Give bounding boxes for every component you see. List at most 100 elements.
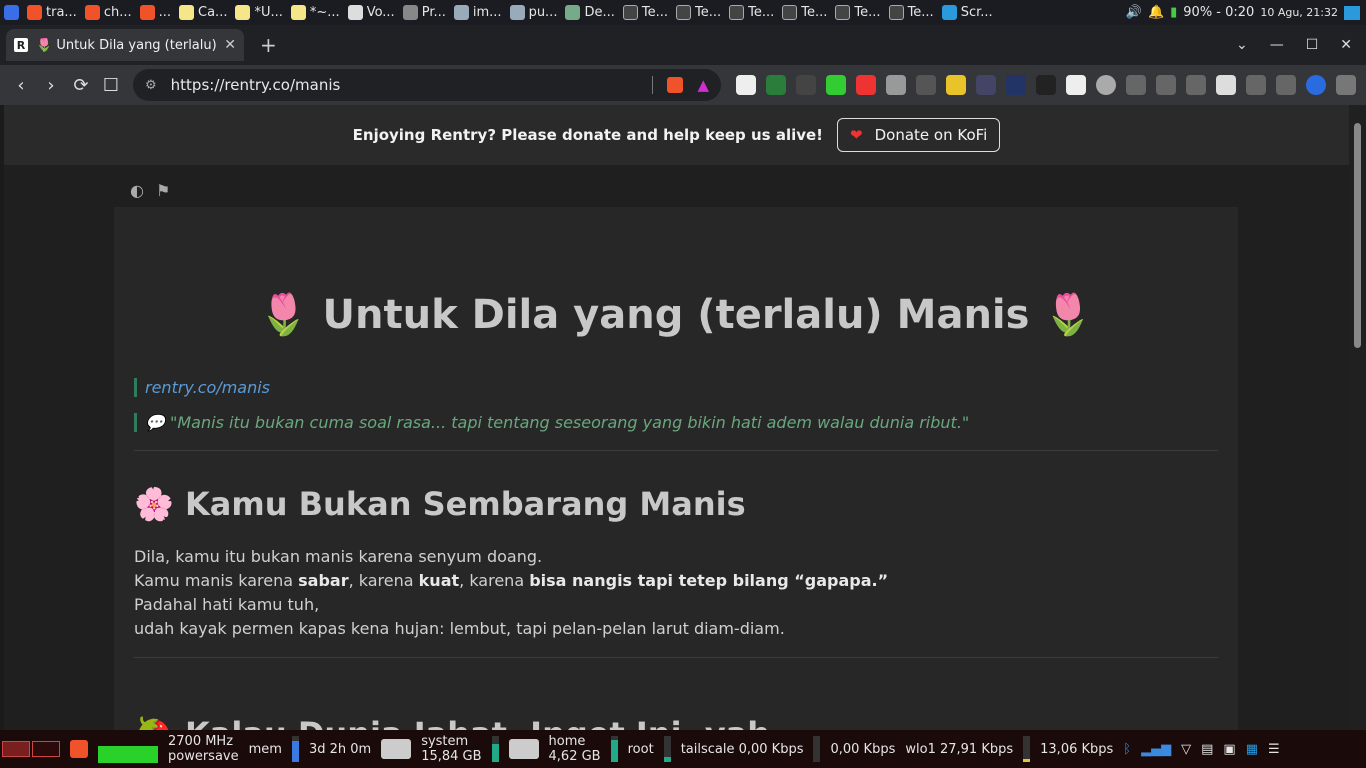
divider (134, 450, 1218, 451)
task-folder-pu[interactable]: pu... (506, 0, 562, 25)
app-icon (4, 5, 19, 20)
task-brave-3[interactable]: ... (136, 0, 175, 25)
tab-search-icon[interactable]: ⌄ (1236, 37, 1248, 53)
extension-yellow-icon[interactable] (946, 75, 966, 95)
new-tab-button[interactable]: + (260, 33, 277, 57)
task-de[interactable]: De... (561, 0, 618, 25)
extension-white-icon[interactable] (1066, 75, 1086, 95)
address-bar[interactable]: ⚙ https://rentry.co/manis ▲ (133, 69, 721, 101)
tray-menu-icon[interactable]: ☰ (1268, 742, 1280, 757)
mem-label: mem (248, 741, 282, 757)
desktop-icon[interactable] (1344, 5, 1360, 20)
bluetooth-icon[interactable]: ᛒ (1123, 742, 1131, 757)
download-icon[interactable] (1156, 75, 1176, 95)
task-editor-1[interactable]: Ca... (175, 0, 231, 25)
maximize-button[interactable]: ☐ (1306, 37, 1319, 53)
tailscale-up: 0,00 Kbps (830, 741, 896, 757)
reload-button[interactable]: ⟳ (66, 75, 96, 96)
battery-icon[interactable]: ▮ (1170, 5, 1177, 20)
extension-red-icon[interactable] (856, 75, 876, 95)
workspace-2[interactable] (32, 741, 60, 757)
sidebar-icon[interactable] (1216, 75, 1236, 95)
terminal-icon (835, 5, 851, 20)
page-content: Enjoying Rentry? Please donate and help … (4, 105, 1349, 730)
rentry-link[interactable]: rentry.co/manis (145, 378, 270, 397)
brave-rewards-icon[interactable]: ▲ (697, 76, 709, 94)
article: 🌷 Untuk Dila yang (terlalu) Manis 🌷 rent… (114, 207, 1238, 730)
scrollbar[interactable] (1349, 105, 1366, 730)
extensions-puzzle-icon[interactable] (1126, 75, 1146, 95)
task-term-5[interactable]: Te... (831, 0, 884, 25)
terminal-icon (729, 5, 745, 20)
extension-cursor-icon[interactable] (976, 75, 996, 95)
task-brave-2[interactable]: ch... (81, 0, 136, 25)
wlo-bar (1023, 736, 1031, 762)
task-pr[interactable]: Pr... (399, 0, 450, 25)
task-0[interactable] (0, 0, 23, 25)
extension-timer-icon[interactable] (766, 75, 786, 95)
page-tools: ◐ ⚑ (130, 181, 170, 200)
system-top-panel: tra... ch... ... Ca... *U... *~... Vo...… (0, 0, 1366, 25)
task-folder-im[interactable]: im... (450, 0, 506, 25)
extension-blue-icon[interactable] (1006, 75, 1026, 95)
minimize-button[interactable]: — (1270, 37, 1284, 53)
package-icon[interactable]: ▣ (1223, 742, 1235, 757)
system-disk: system 15,84 GB (421, 734, 482, 764)
close-window-button[interactable]: ✕ (1340, 37, 1352, 53)
menu-icon[interactable] (1336, 75, 1356, 95)
media-icon[interactable] (1186, 75, 1206, 95)
task-screenshot[interactable]: Scr... (938, 0, 997, 25)
leo-icon[interactable] (1276, 75, 1296, 95)
window-icon (402, 5, 418, 20)
theme-toggle-icon[interactable]: ◐ (130, 181, 144, 200)
tray-app-icon[interactable]: ▦ (1246, 742, 1258, 757)
task-term-4[interactable]: Te... (778, 0, 831, 25)
profile-icon[interactable] (1306, 75, 1326, 95)
task-term-2[interactable]: Te... (672, 0, 725, 25)
extension-trash-icon[interactable] (736, 75, 756, 95)
workspace-1[interactable] (2, 741, 30, 757)
volume-icon[interactable]: 🔊 (1126, 5, 1142, 20)
donate-label: Donate on KoFi (874, 126, 988, 144)
section-heading: 🌸 Kamu Bukan Sembarang Manis (134, 485, 746, 523)
workspace-switcher[interactable] (2, 741, 60, 757)
clock[interactable]: 10 Agu, 21:32 (1260, 6, 1338, 19)
extension-camera-icon[interactable] (886, 75, 906, 95)
root-disk-bar (663, 736, 671, 762)
flag-icon[interactable]: ⚑ (156, 181, 170, 200)
task-term-6[interactable]: Te... (885, 0, 938, 25)
extension-json-icon[interactable] (796, 75, 816, 95)
system-disk-bar (491, 736, 499, 762)
extension-dark-icon[interactable] (1036, 75, 1056, 95)
donate-kofi-button[interactable]: ❤ Donate on KoFi (837, 118, 1001, 152)
brave-icon[interactable] (70, 740, 88, 758)
scrollbar-thumb[interactable] (1354, 123, 1361, 348)
back-button[interactable]: ‹ (6, 75, 36, 96)
task-brave-1[interactable]: tra... (23, 0, 81, 25)
signal-icon[interactable]: ▂▄▆ (1141, 742, 1171, 757)
tab-close-icon[interactable]: ✕ (224, 37, 236, 53)
task-audio[interactable]: Vo... (344, 0, 399, 25)
task-editor-2[interactable]: *U... (231, 0, 286, 25)
tab-rentry[interactable]: R 🌷 Untuk Dila yang (terlalu) M ✕ (6, 29, 244, 61)
clipboard-icon[interactable]: ▤ (1201, 742, 1213, 757)
root-label: root (627, 741, 654, 757)
task-term-1[interactable]: Te... (619, 0, 672, 25)
network-icon[interactable]: ▽ (1181, 742, 1191, 757)
banner-text: Enjoying Rentry? Please donate and help … (352, 126, 824, 144)
brave-shields-icon[interactable] (667, 77, 684, 93)
bookmark-button[interactable]: ☐ (96, 75, 126, 96)
extension-circle-icon[interactable] (1096, 75, 1116, 95)
wlo-up: 13,06 Kbps (1040, 741, 1114, 757)
line-1: Dila, kamu itu bukan manis karena senyum… (134, 547, 543, 566)
page-title: 🌷 Untuk Dila yang (terlalu) Manis 🌷 (258, 292, 1094, 338)
forward-button[interactable]: › (36, 75, 66, 96)
task-editor-3[interactable]: *~... (287, 0, 344, 25)
bell-icon[interactable]: 🔔 (1148, 5, 1164, 20)
site-info-icon[interactable]: ⚙ (145, 78, 157, 93)
extension-green-icon[interactable] (826, 75, 846, 95)
extension-crx-icon[interactable] (916, 75, 936, 95)
wallet-icon[interactable] (1246, 75, 1266, 95)
donate-banner: Enjoying Rentry? Please donate and help … (4, 105, 1349, 165)
task-term-3[interactable]: Te... (725, 0, 778, 25)
